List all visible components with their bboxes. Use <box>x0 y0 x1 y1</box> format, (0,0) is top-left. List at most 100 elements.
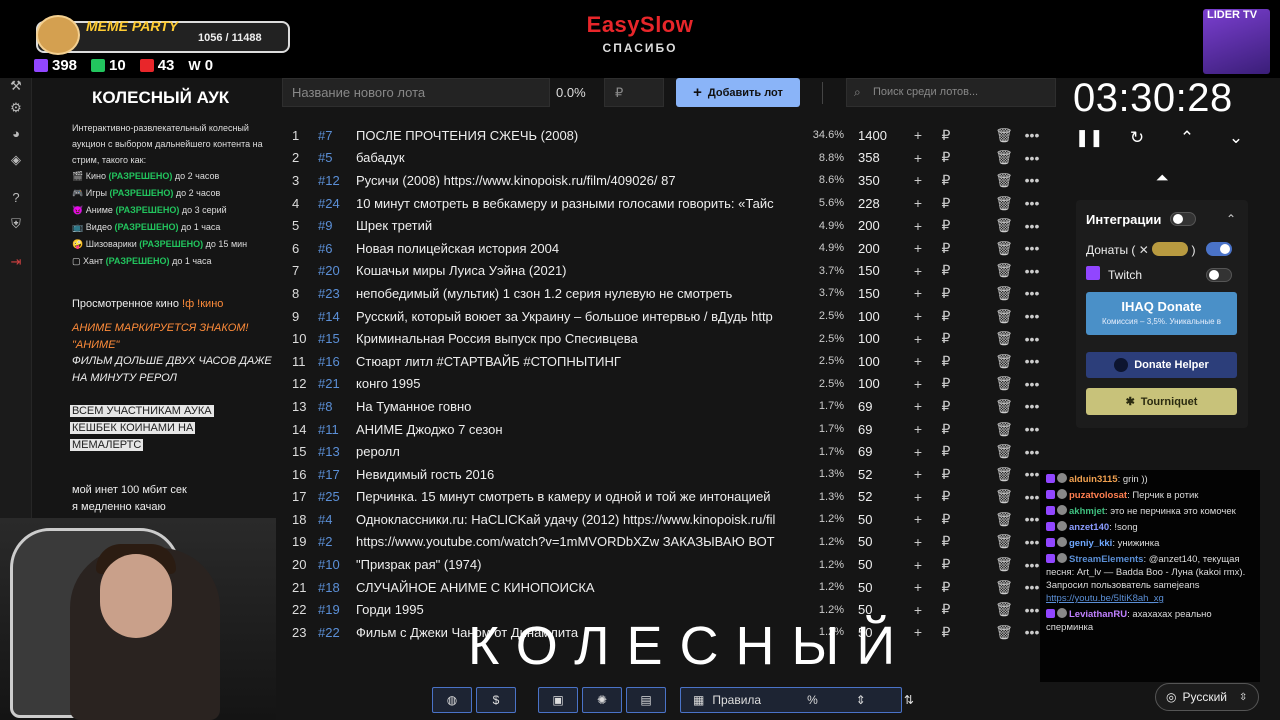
plus-icon[interactable]: + <box>904 489 932 505</box>
lot-row[interactable]: 2 #5 бабадук 8.8% 358 + ₽ 🗑 ••• <box>284 147 1054 170</box>
ruble-icon[interactable]: ₽ <box>932 511 960 528</box>
lot-row[interactable]: 20 #10 "Призрак рая" (1974) 1.2% 50 + ₽ 🗑 ••• <box>284 553 1054 576</box>
lot-row[interactable]: 9 #14 Русский, который воюет за Украину –… <box>284 305 1054 328</box>
lot-amount[interactable]: 100 <box>844 354 904 369</box>
lot-search-input[interactable]: Поиск среди лотов... <box>846 78 1056 107</box>
clipboard-icon[interactable]: ▣ <box>538 687 578 713</box>
lot-name[interactable]: конго 1995 <box>356 376 784 391</box>
ruble-icon[interactable]: ₽ <box>932 127 960 144</box>
ruble-icon[interactable]: ₽ <box>932 172 960 189</box>
ruble-icon[interactable]: ₽ <box>932 375 960 392</box>
plus-icon[interactable]: + <box>904 376 932 392</box>
lot-name[interactable]: Невидимый гость 2016 <box>356 467 784 482</box>
lot-name[interactable]: Одноклассники.ru: НаCLICKай удачу (2012)… <box>356 512 784 527</box>
trash-icon[interactable]: 🗑 <box>990 443 1018 460</box>
ruble-icon[interactable]: ₽ <box>932 149 960 166</box>
ihaq-donate-button[interactable]: IHAQ Donate Комиссия – 3,5%. Уникальные … <box>1086 292 1237 335</box>
new-lot-input[interactable]: Название нового лота <box>282 78 550 107</box>
ruble-icon[interactable]: ₽ <box>932 579 960 596</box>
settings-icon[interactable]: ⚙ <box>8 100 24 116</box>
lot-amount[interactable]: 50 <box>844 557 904 572</box>
dollar-icon[interactable]: $ <box>476 687 516 713</box>
trash-icon[interactable]: 🗑 <box>990 398 1018 415</box>
lot-name[interactable]: бабадук <box>356 150 784 165</box>
collapse-icon[interactable]: ⏶ <box>1152 170 1172 188</box>
more-icon[interactable]: ••• <box>1018 127 1046 143</box>
amount-input[interactable]: ₽ <box>604 78 664 107</box>
pause-icon[interactable]: ❚❚ <box>1075 128 1104 152</box>
trash-icon[interactable]: 🗑 <box>990 217 1018 234</box>
ruble-icon[interactable]: ₽ <box>932 285 960 302</box>
more-icon[interactable]: ••• <box>1018 172 1046 188</box>
lot-amount[interactable]: 100 <box>844 309 904 324</box>
lot-name[interactable]: Новая полицейская история 2004 <box>356 241 784 256</box>
plus-icon[interactable]: + <box>904 353 932 369</box>
lot-row[interactable]: 4 #24 10 минут смотреть в вебкамеру и раз… <box>284 192 1054 215</box>
plus-icon[interactable]: + <box>904 240 932 256</box>
trash-icon[interactable]: 🗑 <box>990 330 1018 347</box>
plus-icon[interactable]: + <box>904 263 932 279</box>
lot-name[interactable]: реролл <box>356 444 784 459</box>
lot-name[interactable]: Перчинка. 15 минут смотреть в камеру и о… <box>356 489 784 504</box>
chat-username[interactable]: alduin3115 <box>1069 474 1118 485</box>
chevron-down-icon[interactable]: ⌄ <box>1224 128 1248 152</box>
trash-icon[interactable]: 🗑 <box>990 466 1018 483</box>
lot-row[interactable]: 11 #16 Стюарт литл #СТАРТВАЙБ #СТОПНЫТИНГ… <box>284 350 1054 373</box>
percent-icon[interactable]: % <box>807 693 818 707</box>
trash-icon[interactable]: 🗑 <box>990 172 1018 189</box>
plus-icon[interactable]: + <box>904 466 932 482</box>
lot-name[interactable]: Шрек третий <box>356 218 784 233</box>
chat-username[interactable]: anzet140 <box>1069 522 1109 533</box>
lot-row[interactable]: 6 #6 Новая полицейская история 2004 4.9% 200… <box>284 237 1054 260</box>
more-icon[interactable]: ••• <box>1018 376 1046 392</box>
lot-name[interactable]: Стюарт литл #СТАРТВАЙБ #СТОПНЫТИНГ <box>356 354 784 369</box>
trash-icon[interactable]: 🗑 <box>990 556 1018 573</box>
lot-row[interactable]: 14 #11 АНИМЕ Джоджо 7 сезон 1.7% 69 + ₽ 🗑 ••• <box>284 418 1054 441</box>
plus-icon[interactable]: + <box>904 398 932 414</box>
lot-amount[interactable]: 52 <box>844 467 904 482</box>
trash-icon[interactable]: 🗑 <box>990 308 1018 325</box>
trash-icon[interactable]: 🗑 <box>990 421 1018 438</box>
plus-icon[interactable]: + <box>904 127 932 143</box>
ruble-icon[interactable]: ₽ <box>932 308 960 325</box>
lot-amount[interactable]: 69 <box>844 399 904 414</box>
lot-name[interactable]: Кошачьи миры Луиса Уэйна (2021) <box>356 263 784 278</box>
github-icon[interactable]: ◍ <box>432 687 472 713</box>
trash-icon[interactable]: 🗑 <box>990 262 1018 279</box>
lot-row[interactable]: 8 #23 непобедимый (мультик) 1 сзон 1.2 се… <box>284 282 1054 305</box>
more-icon[interactable]: ••• <box>1018 353 1046 369</box>
more-icon[interactable]: ••• <box>1018 218 1046 234</box>
lot-amount[interactable]: 1400 <box>844 128 904 143</box>
language-select[interactable]: ◎ Русский ⇳ <box>1155 683 1259 711</box>
add-lot-button[interactable]: + Добавить лот <box>676 78 800 107</box>
lot-amount[interactable]: 50 <box>844 534 904 549</box>
plus-icon[interactable]: + <box>904 557 932 573</box>
plus-icon[interactable]: + <box>904 511 932 527</box>
ruble-icon[interactable]: ₽ <box>932 533 960 550</box>
ruble-icon[interactable]: ₽ <box>932 488 960 505</box>
lot-name[interactable]: 10 минут смотреть в вебкамеру и разными … <box>356 196 784 211</box>
help-icon[interactable]: ? <box>8 190 24 206</box>
shield-icon[interactable]: ⛨ <box>8 216 24 232</box>
plus-icon[interactable]: + <box>904 308 932 324</box>
trash-icon[interactable]: 🗑 <box>990 511 1018 528</box>
trash-icon[interactable]: 🗑 <box>990 285 1018 302</box>
trash-icon[interactable]: 🗑 <box>990 375 1018 392</box>
lot-name[interactable]: АНИМЕ Джоджо 7 сезон <box>356 422 784 437</box>
more-icon[interactable]: ••• <box>1018 331 1046 347</box>
plus-icon[interactable]: + <box>904 331 932 347</box>
lot-row[interactable]: 7 #20 Кошачьи миры Луиса Уэйна (2021) 3.7%… <box>284 260 1054 283</box>
plus-icon[interactable]: + <box>904 150 932 166</box>
lot-amount[interactable]: 100 <box>844 376 904 391</box>
chat-username[interactable]: LeviathanRU <box>1069 609 1127 620</box>
donate-helper-button[interactable]: Donate Helper <box>1086 352 1237 378</box>
auction-icon[interactable]: ⚒ <box>8 78 24 94</box>
lot-row[interactable]: 5 #9 Шрек третий 4.9% 200 + ₽ 🗑 ••• <box>284 214 1054 237</box>
lot-name[interactable]: Криминальная Россия выпуск про Спесивцев… <box>356 331 784 346</box>
trash-icon[interactable]: 🗑 <box>990 149 1018 166</box>
split-icon[interactable]: ⇕ <box>856 693 866 707</box>
lot-row[interactable]: 21 #18 СЛУЧАЙНОЕ АНИМЕ С КИНОПОИСКА 1.2% 50… <box>284 576 1054 599</box>
rules-button[interactable]: Правила <box>712 693 761 707</box>
more-icon[interactable]: ••• <box>1018 444 1046 460</box>
lot-row[interactable]: 1 #7 ПОСЛЕ ПРОЧТЕНИЯ СЖЕЧЬ (2008) 34.6% 1400… <box>284 124 1054 147</box>
